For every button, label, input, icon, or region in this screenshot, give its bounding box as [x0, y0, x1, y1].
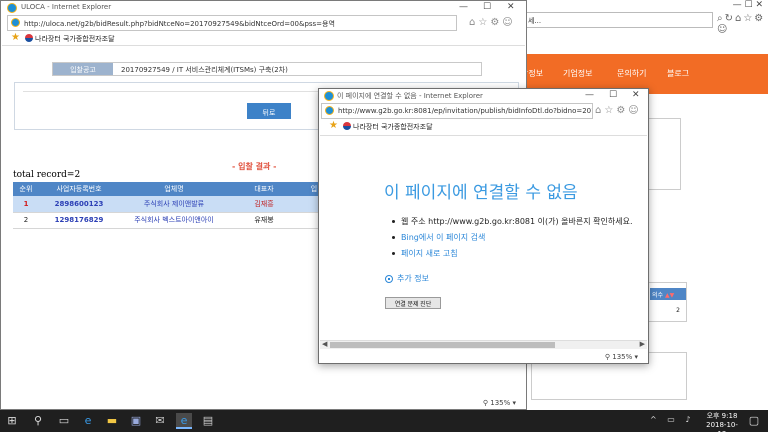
task-view-icon[interactable]: ▭ [56, 413, 72, 429]
rank-cell: 2 [13, 212, 39, 229]
close-button[interactable]: ✕ [507, 2, 515, 12]
bg-table-header: 의수 ▲▼ [650, 288, 686, 300]
bg-nav-item[interactable]: 기업정보 [563, 68, 592, 79]
favorites-star-icon[interactable]: ★ [329, 120, 338, 131]
win2-title: 이 페이지에 연결할 수 없음 - Internet Explorer [337, 92, 483, 100]
close-button[interactable]: ✕ [632, 90, 640, 100]
windows-taskbar: ⊞ ⚲ ▭ e ▬ ▣ ✉ e ▤ ^ ▭ ♪ 오후 9:18 2018-10-… [0, 410, 768, 432]
win1-favorites-bar: ★ 나라장터 국가종합전자조달 [1, 31, 526, 45]
scroll-right-icon[interactable]: ▶ [640, 340, 645, 348]
win2-url: http://www.g2b.go.kr:8081/ep/invitation/… [338, 107, 592, 115]
win1-url: http://uloca.net/g2b/bidResult.php?bidNt… [24, 20, 335, 28]
win2-favorites-bar: ★ 나라장터 국가종합전자조달 [319, 119, 648, 133]
result-table: 순위 사업자등록번호 업체명 대표자 입 1 2898600123 주식회사 제… [13, 182, 329, 229]
bid-notice-value: 20170927549 / IT 서비스관리체계(ITSMs) 구축(2차) [121, 66, 288, 74]
notifications-icon[interactable]: ▢ [746, 413, 762, 429]
win2-address-bar[interactable]: http://www.g2b.go.kr:8081/ep/invitation/… [321, 103, 593, 119]
edge-icon[interactable]: e [80, 413, 96, 429]
company-cell[interactable]: 주식회사 제이앤발류 [119, 196, 229, 213]
error-ie-window: 이 페이지에 연결할 수 없음 - Internet Explorer — ☐ … [318, 88, 649, 364]
rep-cell: 유재봉 [229, 212, 299, 229]
win1-zoom-control[interactable]: ⚲ 135% ▾ [483, 399, 516, 407]
win1-nav-icons[interactable]: ⌂☆⚙☺ [469, 17, 516, 28]
minimize-button[interactable]: — [459, 2, 468, 12]
page-icon [11, 18, 20, 27]
horizontal-scrollbar[interactable]: ◀ ▶ [320, 340, 647, 349]
maximize-button[interactable]: ☐ [483, 2, 491, 12]
korea-flag-icon [25, 34, 33, 42]
store-icon[interactable]: ▣ [128, 413, 144, 429]
bullet-icon [392, 220, 395, 223]
table-header-row: 순위 사업자등록번호 업체명 대표자 입 [13, 182, 329, 196]
ie-logo-icon [324, 91, 334, 101]
taskbar-clock[interactable]: 오후 9:18 2018-10-12 [704, 412, 740, 432]
company-cell[interactable]: 주식회사 벡스트아이앤아이 [119, 212, 229, 229]
clock-date: 2018-10-12 [706, 421, 738, 432]
mail-icon[interactable]: ✉ [152, 413, 168, 429]
bullet-icon [392, 236, 395, 239]
page-icon [325, 106, 334, 115]
bid-notice-key: 입찰공고 [53, 63, 113, 75]
ie-logo-icon [7, 3, 17, 13]
win1-titlebar: ULOCA - Internet Explorer — ☐ ✕ [1, 1, 526, 15]
bullet-icon [392, 252, 395, 255]
table-row[interactable]: 1 2898600123 주식회사 제이앤발류 김재흥 [13, 196, 329, 213]
refresh-page-link[interactable]: 페이지 새로 고침 [392, 248, 458, 259]
win1-title: ULOCA - Internet Explorer [21, 3, 112, 11]
expand-circle-icon [385, 274, 393, 283]
start-button[interactable]: ⊞ [4, 413, 20, 429]
more-info-toggle[interactable]: 추가 정보 [385, 273, 429, 284]
bg-nav-item[interactable]: 문의하기 [617, 68, 646, 79]
biz-no-cell[interactable]: 2898600123 [39, 196, 119, 213]
error-page-body: 이 페이지에 연결할 수 없음 웹 주소 http://www.g2b.go.k… [320, 135, 647, 340]
win2-nav-icons[interactable]: ⌂☆⚙☺ [595, 105, 642, 116]
total-record: total record=2 [13, 170, 81, 180]
col-biz-no[interactable]: 사업자등록번호 [39, 182, 119, 196]
win1-address-bar[interactable]: http://uloca.net/g2b/bidResult.php?bidNt… [7, 15, 457, 31]
clock-time: 오후 9:18 [706, 412, 738, 420]
back-button[interactable]: 뒤로 [247, 103, 291, 119]
system-tray[interactable]: ^ ▭ ♪ [650, 415, 694, 424]
bg-titlebar: — ☐ ✕ [521, 0, 768, 12]
error-bullet-check-address: 웹 주소 http://www.g2b.go.kr:8081 이(가) 올바른지… [392, 216, 632, 227]
minimize-button[interactable]: — [585, 90, 594, 100]
col-rep[interactable]: 대표자 [229, 182, 299, 196]
favorites-link[interactable]: 나라장터 국가종합전자조달 [35, 34, 115, 44]
win2-zoom-control[interactable]: ⚲ 135% ▾ [605, 353, 638, 361]
table-row[interactable]: 2 1298176829 주식회사 벡스트아이앤아이 유재봉 [13, 212, 329, 229]
bg-nav-icons[interactable]: ⌕↻⌂☆⚙☺ [717, 13, 768, 35]
result-title: - 입찰 결과 - [232, 162, 277, 171]
bg-address-bar[interactable]: 세... [523, 12, 713, 28]
maximize-button[interactable]: ☐ [609, 90, 617, 100]
win2-titlebar: 이 페이지에 연결할 수 없음 - Internet Explorer — ☐ … [319, 89, 648, 103]
diagnose-connection-button[interactable]: 연결 문제 진단 [385, 297, 441, 309]
internet-explorer-icon[interactable]: e [176, 413, 192, 429]
bg-table-value: 2 [676, 307, 680, 314]
favorites-star-icon[interactable]: ★ [11, 32, 20, 43]
rank-cell: 1 [13, 196, 39, 213]
bing-search-link[interactable]: Bing에서 이 페이지 검색 [392, 232, 485, 243]
scroll-thumb[interactable] [330, 342, 555, 348]
rep-cell: 김재흥 [229, 196, 299, 213]
bid-notice-row: 입찰공고 20170927549 / IT 서비스관리체계(ITSMs) 구축(… [52, 62, 482, 76]
biz-no-cell[interactable]: 1298176829 [39, 212, 119, 229]
app-icon[interactable]: ▤ [200, 413, 216, 429]
search-icon[interactable]: ⚲ [30, 413, 46, 429]
col-company[interactable]: 업체명 [119, 182, 229, 196]
korea-flag-icon [343, 122, 351, 130]
error-heading: 이 페이지에 연결할 수 없음 [384, 183, 578, 203]
bg-nav-item[interactable]: 블로그 [667, 68, 689, 79]
col-rank[interactable]: 순위 [13, 182, 39, 196]
favorites-link[interactable]: 나라장터 국가종합전자조달 [353, 122, 433, 132]
file-explorer-icon[interactable]: ▬ [104, 413, 120, 429]
bg-window-controls[interactable]: — ☐ ✕ [733, 0, 763, 10]
scroll-left-icon[interactable]: ◀ [322, 340, 327, 348]
